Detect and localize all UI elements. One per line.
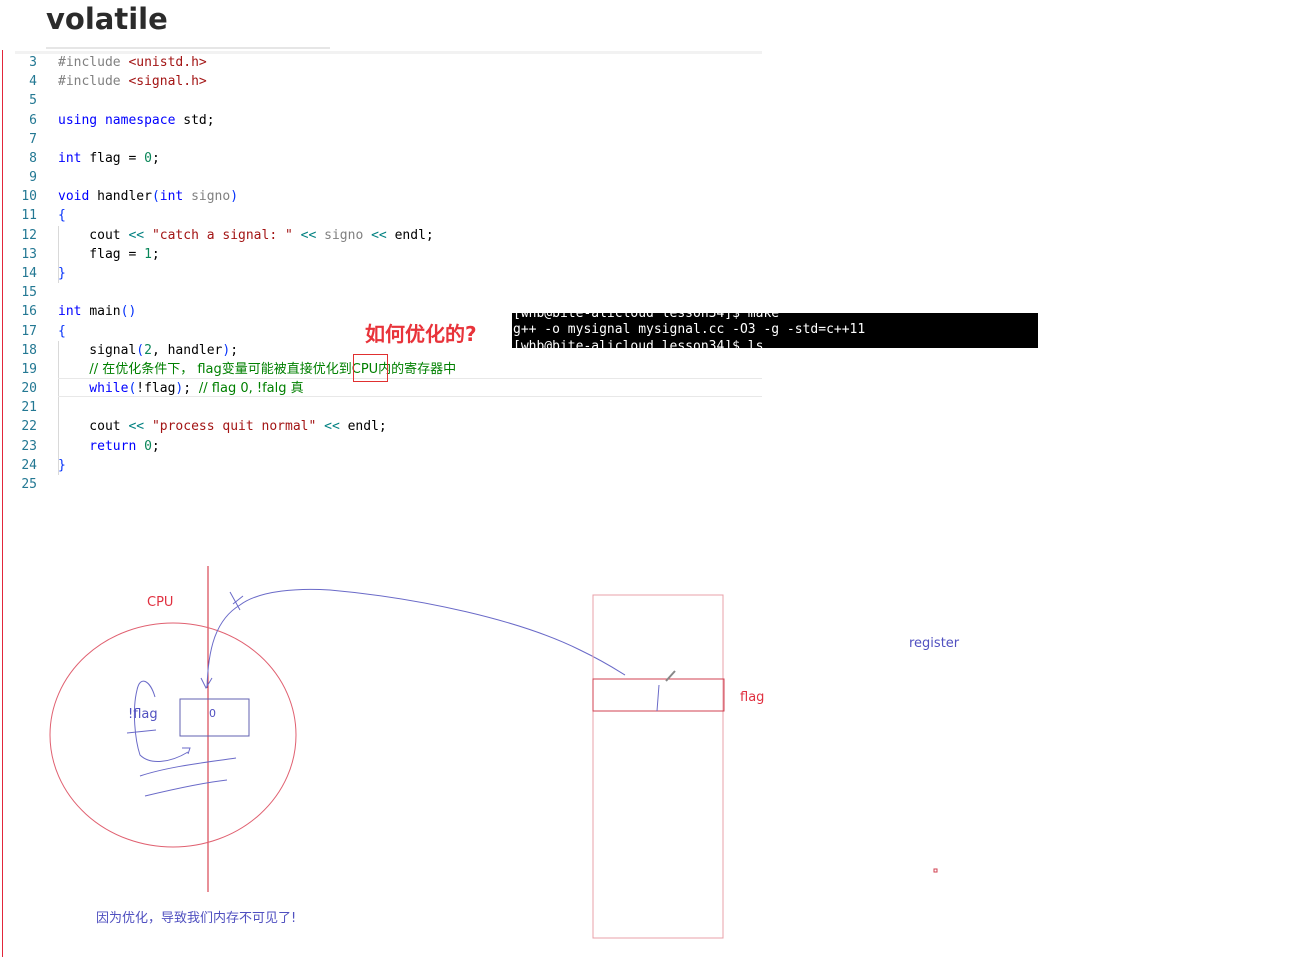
cpu-circle xyxy=(49,622,297,848)
arrow-curve xyxy=(206,588,626,689)
value-mark xyxy=(656,684,660,712)
scribble-line xyxy=(139,757,237,777)
register-label: register xyxy=(909,636,960,651)
flag-expression: !flag xyxy=(128,707,158,722)
cpu-label: CPU xyxy=(147,595,174,610)
arrow-head xyxy=(200,677,213,690)
caption: 因为优化，导致我们内存不可见了! xyxy=(96,911,297,926)
diagram xyxy=(49,566,938,939)
flag-label: flag xyxy=(740,690,765,705)
register-value: 0 xyxy=(209,707,216,720)
dot-mark xyxy=(933,868,938,873)
scribble-line xyxy=(144,779,228,797)
memory-box xyxy=(592,594,724,939)
strike-mark xyxy=(126,729,157,734)
